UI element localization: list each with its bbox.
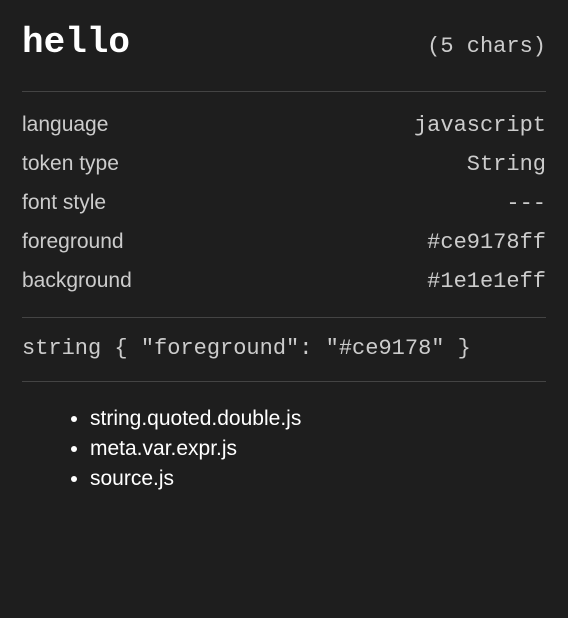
prop-key: token type	[22, 152, 119, 176]
char-count: (5 chars)	[427, 34, 546, 59]
prop-row-token-type: token type String	[22, 145, 546, 184]
scope-item: string.quoted.double.js	[90, 404, 546, 434]
scope-item: source.js	[90, 464, 546, 494]
theme-rule: string { "foreground": "#ce9178" }	[22, 318, 546, 382]
prop-value: #ce9178ff	[427, 230, 546, 255]
token-text: hello	[22, 22, 130, 63]
prop-value: javascript	[414, 113, 546, 138]
prop-value: String	[467, 152, 546, 177]
prop-row-font-style: font style ---	[22, 184, 546, 223]
theme-rule-text: string { "foreground": "#ce9178" }	[22, 336, 471, 361]
prop-key: language	[22, 113, 108, 137]
prop-key: foreground	[22, 230, 124, 254]
scope-list: string.quoted.double.js meta.var.expr.js…	[70, 404, 546, 494]
prop-value: ---	[506, 191, 546, 216]
prop-row-background: background #1e1e1eff	[22, 262, 546, 301]
scope-item: meta.var.expr.js	[90, 434, 546, 464]
token-inspector-header: hello (5 chars)	[22, 22, 546, 92]
prop-value: #1e1e1eff	[427, 269, 546, 294]
prop-key: background	[22, 269, 132, 293]
textmate-scopes: string.quoted.double.js meta.var.expr.js…	[22, 382, 546, 494]
prop-key: font style	[22, 191, 106, 215]
prop-row-language: language javascript	[22, 106, 546, 145]
token-properties: language javascript token type String fo…	[22, 92, 546, 318]
prop-row-foreground: foreground #ce9178ff	[22, 223, 546, 262]
